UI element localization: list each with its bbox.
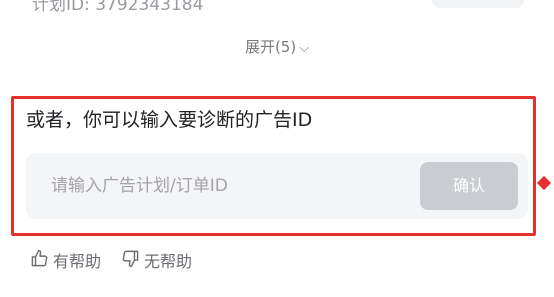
thumbs-down-icon <box>121 249 140 272</box>
plan-id-text: 计划ID: 3792343184 <box>32 0 204 15</box>
top-action-button[interactable] <box>432 0 524 8</box>
side-marker <box>536 175 552 191</box>
helpful-label: 有帮助 <box>53 252 102 271</box>
ad-id-input[interactable] <box>26 153 406 219</box>
expand-toggle[interactable]: 展开(5) ⌵ <box>0 36 554 57</box>
expand-label: 展开(5) <box>244 38 297 56</box>
helpful-button[interactable]: 有帮助 <box>30 248 101 272</box>
unhelpful-button[interactable]: 无帮助 <box>121 248 192 272</box>
thumbs-up-icon <box>30 249 49 272</box>
ad-id-input-row: 确认 <box>26 153 528 219</box>
unhelpful-label: 无帮助 <box>144 252 193 271</box>
chevron-down-icon: ⌵ <box>299 41 310 56</box>
diagnose-prompt: 或者，你可以输入要诊断的广告ID <box>26 109 313 131</box>
confirm-button[interactable]: 确认 <box>420 162 518 210</box>
feedback-bar: 有帮助 无帮助 <box>30 248 192 272</box>
